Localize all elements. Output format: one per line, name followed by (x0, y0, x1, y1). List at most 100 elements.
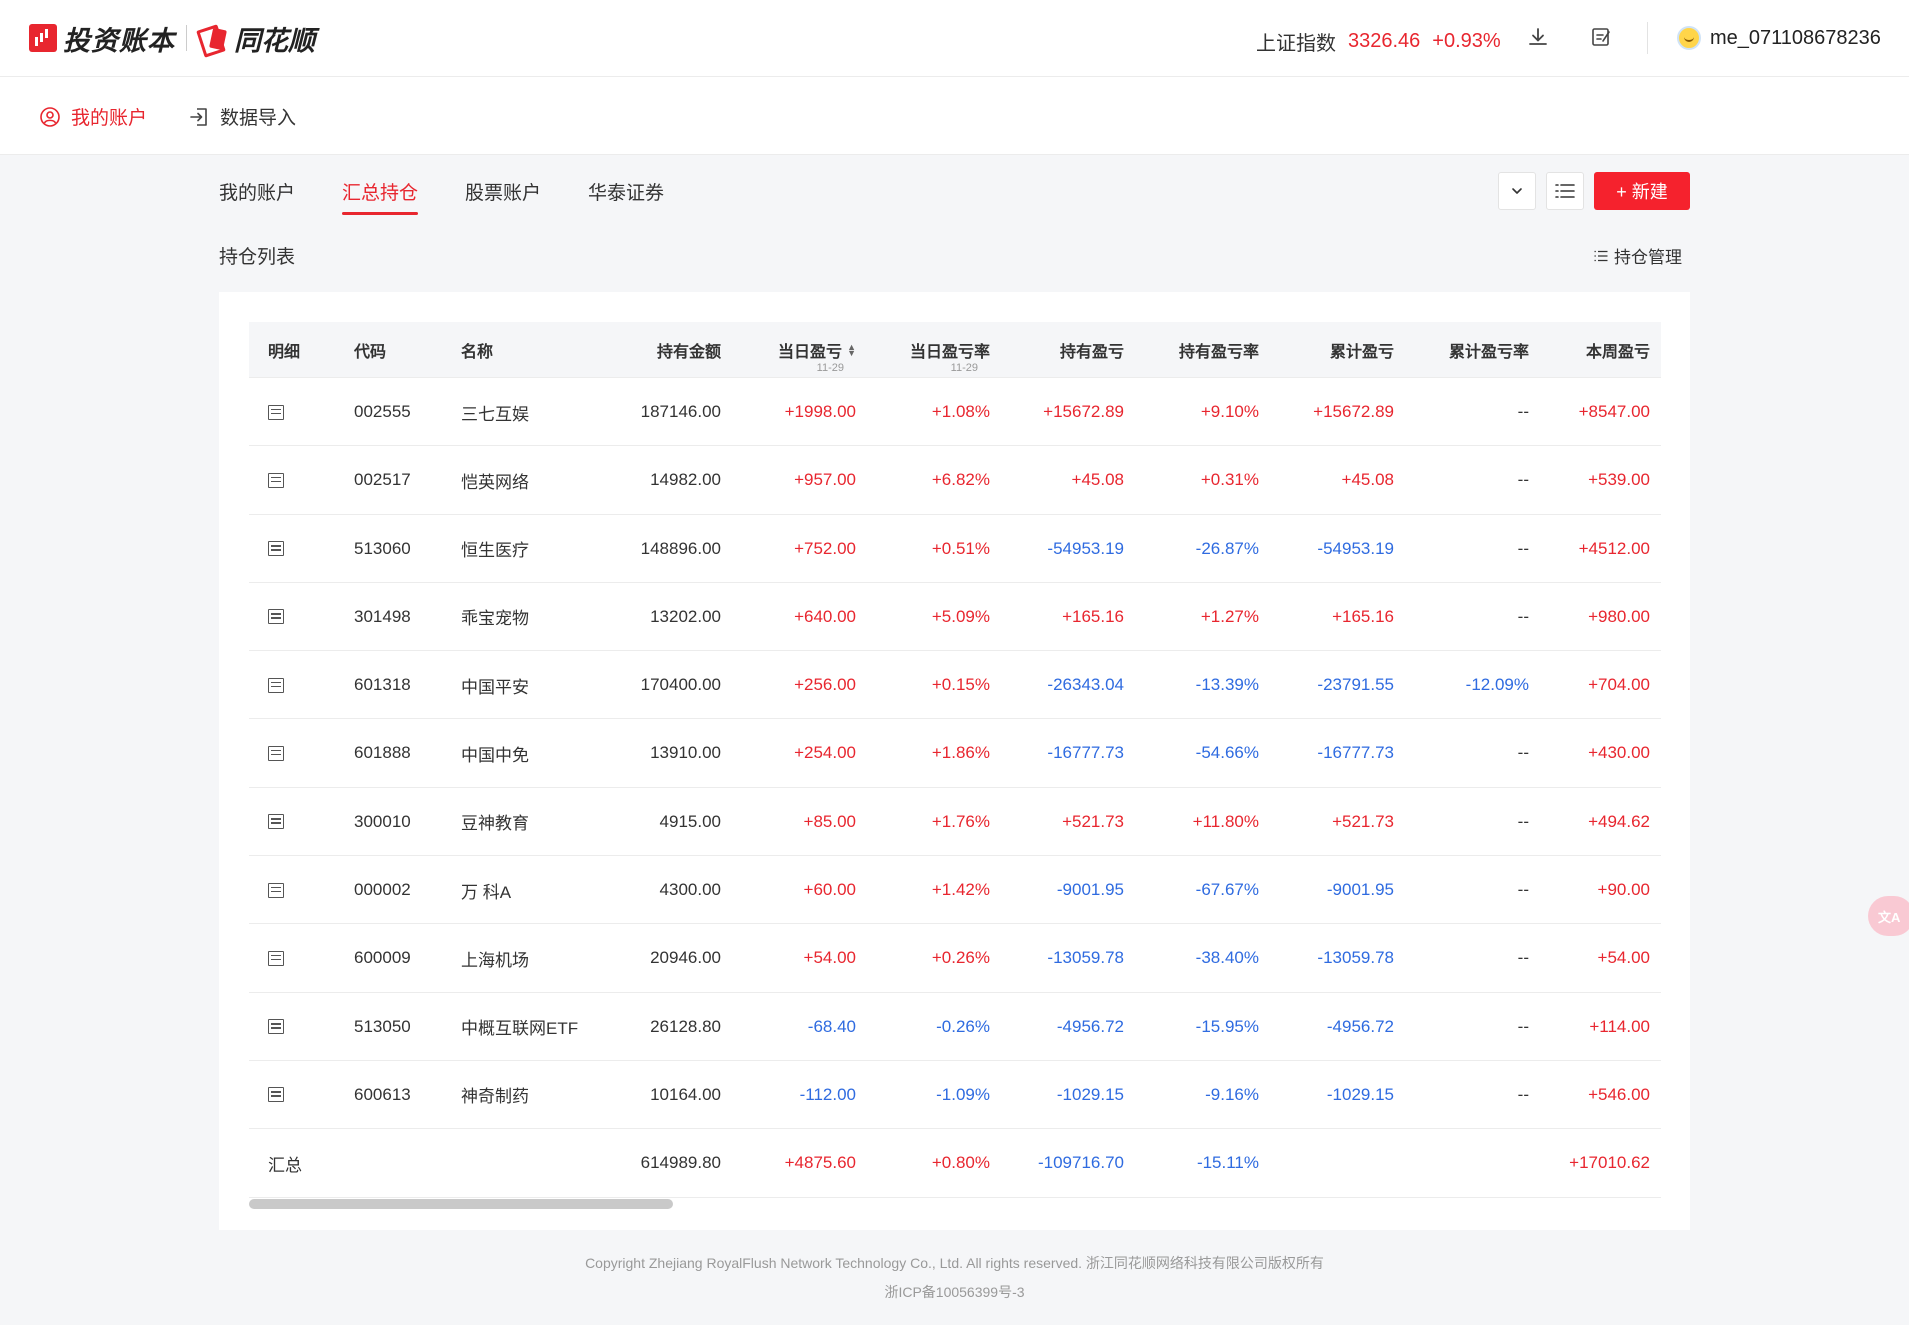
cell-week-pl: +546.00 (1588, 1084, 1650, 1104)
detail-cell[interactable] (268, 651, 328, 719)
table-row[interactable]: 601888 中国中免 13910.00 +254.00 +1.86% -16777.73… (249, 719, 1661, 788)
col-week-pl[interactable]: 本周盈亏 (1539, 322, 1650, 378)
detail-cell[interactable] (268, 856, 328, 924)
translate-icon[interactable]: 文A (1868, 896, 1909, 936)
expand-dropdown-button[interactable] (1498, 172, 1536, 210)
cell-name[interactable]: 乖宝宠物 (461, 583, 601, 651)
table-row[interactable]: 002517 恺英网络 14982.00 +957.00 +6.82% +45.08 +0.… (249, 446, 1661, 515)
cell-day-pl: +60.00 (803, 880, 856, 900)
cell-week-pl: +54.00 (1597, 948, 1650, 968)
cell-cum-pl: -9001.95 (1326, 880, 1394, 900)
cell-name[interactable]: 中概互联网ETF (461, 993, 601, 1061)
detail-cell[interactable] (268, 719, 328, 787)
detail-icon[interactable] (268, 745, 284, 761)
col-day-rate[interactable]: 当日盈亏率 11-29 (864, 322, 990, 378)
table-row[interactable]: 002555 三七互娱 187146.00 +1998.00 +1.08% +15672.… (249, 378, 1661, 447)
list-view-button[interactable] (1546, 172, 1584, 210)
cell-code[interactable]: 000002 (354, 856, 434, 924)
cell-code[interactable]: 002555 (354, 378, 434, 446)
table-row[interactable]: 600009 上海机场 20946.00 +54.00 +0.26% -13059.78 -… (249, 924, 1661, 993)
tab-my-account[interactable]: 我的账户 (219, 178, 295, 215)
col-hold-rate[interactable]: 持有盈亏率 (1139, 322, 1259, 378)
table-row[interactable]: 513050 中概互联网ETF 26128.80 -68.40 -0.26% -4956.… (249, 993, 1661, 1061)
detail-cell[interactable] (268, 993, 328, 1061)
cell-code[interactable]: 600613 (354, 1061, 434, 1129)
avatar[interactable] (1677, 26, 1701, 50)
detail-icon[interactable] (268, 814, 284, 830)
detail-icon[interactable] (268, 950, 284, 966)
cell-code[interactable]: 600009 (354, 924, 434, 992)
scrollbar-thumb[interactable] (249, 1199, 673, 1209)
detail-icon[interactable] (268, 472, 284, 488)
table-row[interactable]: 300010 豆神教育 4915.00 +85.00 +1.76% +521.73 +11.… (249, 788, 1661, 857)
detail-cell[interactable] (268, 515, 328, 583)
cell-code[interactable]: 002517 (354, 446, 434, 514)
cell-cum-rate: -- (1517, 948, 1529, 968)
detail-cell[interactable] (268, 446, 328, 514)
nav-my-account[interactable]: 我的账户 (39, 103, 147, 130)
cell-name[interactable]: 中国平安 (461, 651, 601, 719)
download-icon[interactable] (1527, 26, 1549, 48)
detail-icon[interactable] (268, 541, 284, 557)
cell-cum-rate (1404, 1129, 1529, 1197)
holdings-manage-button[interactable]: 持仓管理 (1594, 243, 1682, 268)
detail-cell[interactable] (268, 378, 328, 446)
detail-icon[interactable] (268, 609, 284, 625)
edit-note-icon[interactable] (1590, 26, 1612, 48)
cell-day-pl: +256.00 (794, 675, 856, 695)
table-row[interactable]: 601318 中国平安 170400.00 +256.00 +0.15% -26343.0… (249, 651, 1661, 720)
table-row[interactable]: 600613 神奇制药 10164.00 -112.00 -1.09% -1029.15 -… (249, 1061, 1661, 1130)
tab-stock-account[interactable]: 股票账户 (465, 178, 541, 215)
cell-name[interactable]: 中国中免 (461, 719, 601, 787)
list-icon (1555, 184, 1575, 198)
header-divider (1647, 22, 1648, 54)
cell-hold-pl: +165.16 (1062, 606, 1124, 626)
nav-data-import[interactable]: 数据导入 (188, 103, 296, 130)
username[interactable]: me_071108678236 (1710, 27, 1881, 50)
cell-code[interactable]: 301498 (354, 583, 434, 651)
col-day-pl[interactable]: 当日盈亏 ▲ ▼ 11-29 (744, 322, 856, 378)
detail-cell[interactable] (268, 924, 328, 992)
cell-code[interactable]: 513050 (354, 993, 434, 1061)
cell-amount: 13910.00 (650, 743, 721, 763)
brand-logo[interactable]: 投资账本 同花顺 (29, 20, 315, 56)
cell-day-rate: +1.08% (931, 402, 990, 421)
detail-icon[interactable] (268, 404, 284, 420)
col-amount[interactable]: 持有金额 (619, 322, 721, 378)
detail-cell[interactable] (268, 583, 328, 651)
tab-huatai-securities[interactable]: 华泰证券 (588, 178, 664, 215)
cell-amount: 4915.00 (659, 811, 721, 831)
table-row[interactable]: 000002 万 科A 4300.00 +60.00 +1.42% -9001.95 -67… (249, 856, 1661, 925)
cell-name[interactable]: 三七互娱 (461, 378, 601, 446)
table-row[interactable]: 513060 恒生医疗 148896.00 +752.00 +0.51% -54953.1… (249, 515, 1661, 583)
summary-row[interactable]: 汇总 614989.80 +4875.60 +0.80% -109716.70 -15.1… (249, 1129, 1661, 1198)
sort-icon[interactable]: ▲ ▼ (846, 343, 856, 358)
footer-icp[interactable]: 浙ICP备10056399号-3 (0, 1282, 1909, 1302)
cell-name[interactable]: 豆神教育 (461, 788, 601, 856)
new-button[interactable]: + 新建 (1594, 172, 1690, 210)
cell-hold-pl: -9001.95 (1056, 880, 1124, 900)
summary-label: 汇总 (268, 1155, 302, 1175)
cell-name[interactable]: 神奇制药 (461, 1061, 601, 1129)
cell-hold-rate: +11.80% (1192, 811, 1259, 831)
detail-icon[interactable] (268, 677, 284, 693)
cell-code[interactable]: 601318 (354, 651, 434, 719)
cell-code[interactable]: 513060 (354, 515, 434, 583)
cell-code[interactable]: 300010 (354, 788, 434, 856)
cell-code[interactable]: 601888 (354, 719, 434, 787)
table-row[interactable]: 301498 乖宝宠物 13202.00 +640.00 +5.09% +165.16 +1… (249, 583, 1661, 652)
tab-summary-holdings[interactable]: 汇总持仓 (342, 178, 419, 215)
cell-name[interactable]: 万 科A (461, 856, 601, 924)
detail-cell[interactable] (268, 1061, 328, 1129)
cell-name[interactable]: 恒生医疗 (461, 515, 601, 583)
cell-name[interactable]: 恺英网络 (461, 446, 601, 514)
horizontal-scrollbar[interactable] (249, 1199, 1661, 1209)
col-cum-pl[interactable]: 累计盈亏 (1269, 322, 1394, 378)
col-hold-pl[interactable]: 持有盈亏 (1009, 322, 1124, 378)
detail-icon[interactable] (268, 1087, 284, 1103)
cell-name[interactable]: 上海机场 (461, 924, 601, 992)
detail-cell[interactable] (268, 788, 328, 856)
detail-icon[interactable] (268, 882, 284, 898)
detail-icon[interactable] (268, 1019, 284, 1035)
col-cum-rate[interactable]: 累计盈亏率 (1404, 322, 1529, 378)
